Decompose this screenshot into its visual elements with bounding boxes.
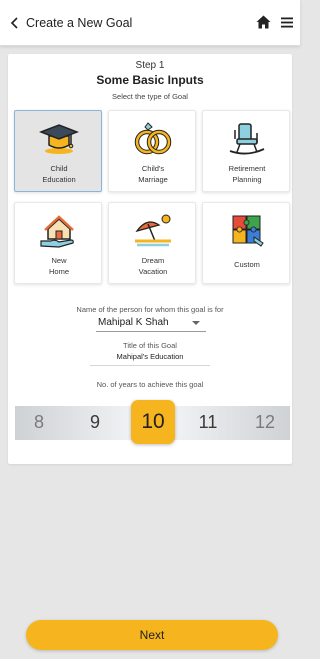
person-field-caption: Name of the person for whom this goal is…	[76, 305, 224, 314]
step-title: Some Basic Inputs	[96, 73, 204, 87]
goal-type-child-education[interactable]: Child Education	[14, 110, 102, 192]
graduation-cap-icon	[39, 124, 79, 154]
back-chevron-icon	[10, 16, 18, 29]
goal-type-label-line2: Vacation	[138, 267, 168, 276]
goal-type-dream-vacation[interactable]: Dream Vacation	[108, 202, 196, 284]
goal-type-childs-marriage[interactable]: Child's Marriage	[108, 110, 196, 192]
wedding-rings-icon	[134, 122, 172, 155]
menu-icon	[281, 17, 293, 27]
year-option[interactable]: 12	[250, 412, 280, 433]
house-hand-icon	[40, 215, 74, 248]
goal-type-label-line1: New	[51, 256, 67, 265]
rocking-chair-icon	[229, 123, 265, 155]
beach-umbrella-icon	[135, 214, 171, 247]
step-label: Step 1	[135, 60, 165, 71]
back-button[interactable]	[4, 0, 26, 46]
goal-title-caption: Title of this Goal	[123, 341, 177, 350]
person-select[interactable]: Mahipal K Shah	[96, 316, 206, 332]
goal-type-label-line2: Education	[42, 175, 76, 184]
goal-type-label-line1: Child	[50, 164, 68, 173]
goal-type-new-home[interactable]: New Home	[14, 202, 102, 284]
goal-inputs-card: Step 1 Some Basic Inputs Select the type…	[8, 54, 292, 464]
next-button[interactable]: Next	[26, 620, 278, 650]
goal-title-input[interactable]: Mahipal's Education	[90, 352, 210, 366]
puzzle-icon	[232, 215, 264, 247]
home-icon	[256, 15, 270, 29]
dropdown-caret-icon	[192, 321, 200, 325]
goal-type-label-line2: Planning	[232, 175, 262, 184]
top-app-bar: Create a New Goal	[0, 0, 300, 46]
goal-type-label-line1: Retirement	[228, 164, 266, 173]
year-option-selected[interactable]: 10	[131, 400, 175, 444]
year-option[interactable]: 11	[193, 412, 223, 433]
person-select-value: Mahipal K Shah	[98, 317, 169, 328]
year-option[interactable]: 9	[80, 412, 110, 433]
years-picker[interactable]: 8 9 10 11 12	[15, 400, 290, 444]
home-button[interactable]	[255, 14, 271, 30]
goal-type-label-line1: Custom	[234, 260, 260, 269]
goal-type-custom[interactable]: Custom	[202, 202, 290, 284]
year-option[interactable]: 8	[24, 412, 54, 433]
step-subtitle: Select the type of Goal	[112, 92, 188, 101]
goal-type-label-line1: Child's	[141, 164, 165, 173]
goal-type-label-line2: Home	[48, 267, 69, 276]
menu-button[interactable]	[279, 14, 295, 30]
goal-type-retirement-planning[interactable]: Retirement Planning	[202, 110, 290, 192]
years-caption: No. of years to achieve this goal	[96, 380, 204, 389]
goal-type-label-line2: Marriage	[138, 175, 168, 184]
page-title: Create a New Goal	[26, 15, 133, 30]
goal-type-label-line1: Dream	[141, 256, 165, 265]
